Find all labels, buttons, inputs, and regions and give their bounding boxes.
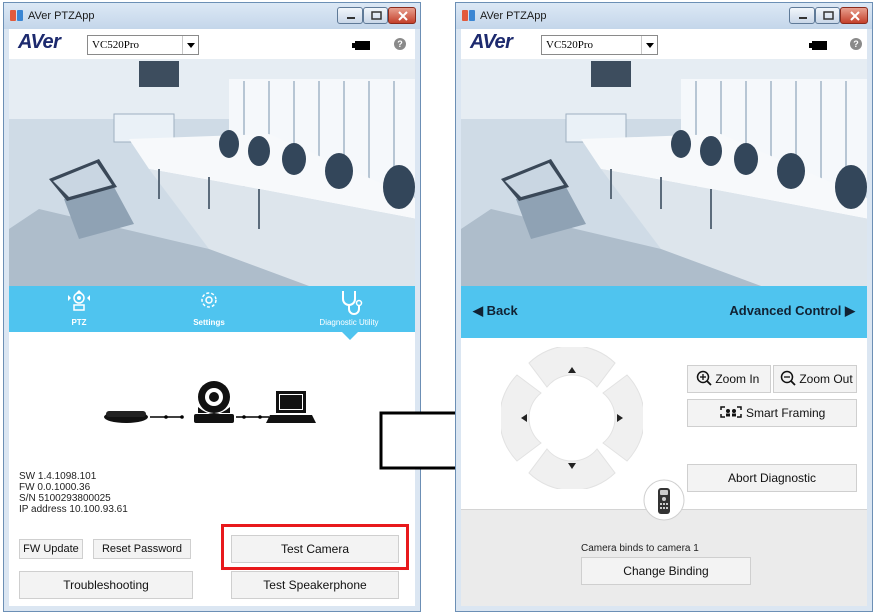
nav-settings-label: Settings xyxy=(193,318,225,327)
serial-number: S/N 5100293800025 xyxy=(19,493,111,504)
bottom-nav-bar: PTZ Settings Diagnostic Utility xyxy=(9,286,415,332)
back-label: Back xyxy=(486,303,518,318)
ptz-direction-pad xyxy=(501,347,643,489)
back-button[interactable]: ◀ Back xyxy=(473,303,518,319)
nav-diagnostic-utility[interactable]: Diagnostic Utility xyxy=(309,286,389,332)
remote-control-button[interactable] xyxy=(642,478,686,522)
zoom-in-label: Zoom In xyxy=(715,372,760,386)
zoom-out-label: Zoom Out xyxy=(799,372,853,386)
stethoscope-icon xyxy=(342,291,363,315)
maximize-icon xyxy=(823,11,834,20)
change-binding-button[interactable]: Change Binding xyxy=(581,557,751,585)
title-bar[interactable]: AVer PTZApp xyxy=(4,3,420,29)
camera-model-value: VC520Pro xyxy=(546,39,594,51)
maximize-button[interactable] xyxy=(815,7,840,24)
maximize-icon xyxy=(371,11,382,20)
close-icon xyxy=(850,11,860,21)
reset-password-button[interactable]: Reset Password xyxy=(93,539,191,559)
laptop-icon xyxy=(266,391,316,423)
test-speakerphone-label: Test Speakerphone xyxy=(263,578,367,592)
test-speakerphone-button[interactable]: Test Speakerphone xyxy=(231,571,399,599)
reset-password-label: Reset Password xyxy=(101,543,183,555)
camera-video-preview xyxy=(9,59,415,286)
advanced-control-button[interactable]: Advanced Control ▶ xyxy=(729,303,855,319)
chevron-down-icon[interactable] xyxy=(641,36,657,54)
sw-version: SW 1.4.1098.101 xyxy=(19,471,97,482)
ptzapp-window-diagnostic: AVer PTZApp AVer VC520Pro ? PTZ Settings… xyxy=(3,2,421,612)
fw-update-label: FW Update xyxy=(23,543,79,555)
title-bar[interactable]: AVer PTZApp xyxy=(456,3,872,29)
maximize-button[interactable] xyxy=(363,7,388,24)
zoom-out-icon xyxy=(780,370,796,386)
smart-framing-label: Smart Framing xyxy=(745,406,826,420)
device-info: SW 1.4.1098.101 FW 0.0.1000.36 S/N 51002… xyxy=(19,471,128,515)
nav-selected-pointer xyxy=(342,332,358,340)
help-icon[interactable]: ? xyxy=(850,38,862,50)
window-title: AVer PTZApp xyxy=(480,10,547,22)
zoom-out-button[interactable]: Zoom Out xyxy=(773,365,857,393)
help-icon[interactable]: ? xyxy=(394,38,406,50)
aver-logo: AVer xyxy=(18,31,61,53)
speakerphone-icon xyxy=(104,411,148,423)
advanced-control-bar: ◀ Back Advanced Control ▶ xyxy=(461,286,867,338)
camera-binding-status: Camera binds to camera 1 xyxy=(581,543,699,554)
fw-version: FW 0.0.1000.36 xyxy=(19,482,91,493)
remote-control-icon xyxy=(658,488,670,514)
troubleshooting-button[interactable]: Troubleshooting xyxy=(19,571,193,599)
close-icon xyxy=(398,11,408,21)
app-icon xyxy=(462,10,475,21)
close-button[interactable] xyxy=(840,7,868,24)
smart-framing-icon xyxy=(719,406,742,418)
app-icon xyxy=(10,10,23,21)
nav-diagnostic-label: Diagnostic Utility xyxy=(319,318,379,327)
app-header: AVer VC520Pro ? xyxy=(9,29,415,59)
app-client-area: AVer VC520Pro ? xyxy=(461,29,867,606)
camera-model-value: VC520Pro xyxy=(92,39,140,51)
app-header: AVer VC520Pro ? xyxy=(461,29,867,59)
smart-framing-button[interactable]: Smart Framing xyxy=(687,399,857,427)
nav-ptz-label: PTZ xyxy=(71,318,87,327)
close-button[interactable] xyxy=(388,7,416,24)
advanced-control-label: Advanced Control xyxy=(729,303,842,318)
battery-icon xyxy=(809,41,827,50)
zoom-in-button[interactable]: Zoom In xyxy=(687,365,771,393)
aver-logo: AVer xyxy=(470,31,513,53)
ptz-icon xyxy=(68,290,90,311)
device-connection-diagram xyxy=(104,381,316,423)
camera-model-select[interactable]: VC520Pro xyxy=(541,35,658,55)
app-client-area: AVer VC520Pro ? xyxy=(9,29,415,606)
ptzapp-window-advanced: AVer PTZApp AVer VC520Pro ? ◀ Back Advan… xyxy=(455,2,873,612)
zoom-in-icon xyxy=(696,370,712,386)
settings-gear-icon xyxy=(201,292,217,308)
nav-settings[interactable]: Settings xyxy=(179,286,239,332)
minimize-icon xyxy=(347,17,355,19)
abort-diagnostic-button[interactable]: Abort Diagnostic xyxy=(687,464,857,492)
minimize-button[interactable] xyxy=(789,7,815,24)
abort-diagnostic-label: Abort Diagnostic xyxy=(727,471,817,485)
ip-address: IP address 10.100.93.61 xyxy=(19,504,128,515)
battery-icon xyxy=(352,41,370,50)
change-binding-label: Change Binding xyxy=(623,564,709,578)
camera-icon xyxy=(194,381,234,423)
minimize-icon xyxy=(799,17,807,19)
highlight-box xyxy=(221,524,409,570)
camera-video-preview xyxy=(461,59,867,286)
troubleshooting-label: Troubleshooting xyxy=(63,578,149,592)
fw-update-button[interactable]: FW Update xyxy=(19,539,83,559)
chevron-down-icon[interactable] xyxy=(182,36,198,54)
window-title: AVer PTZApp xyxy=(28,10,95,22)
nav-ptz[interactable]: PTZ xyxy=(49,286,109,332)
camera-model-select[interactable]: VC520Pro xyxy=(87,35,199,55)
minimize-button[interactable] xyxy=(337,7,363,24)
